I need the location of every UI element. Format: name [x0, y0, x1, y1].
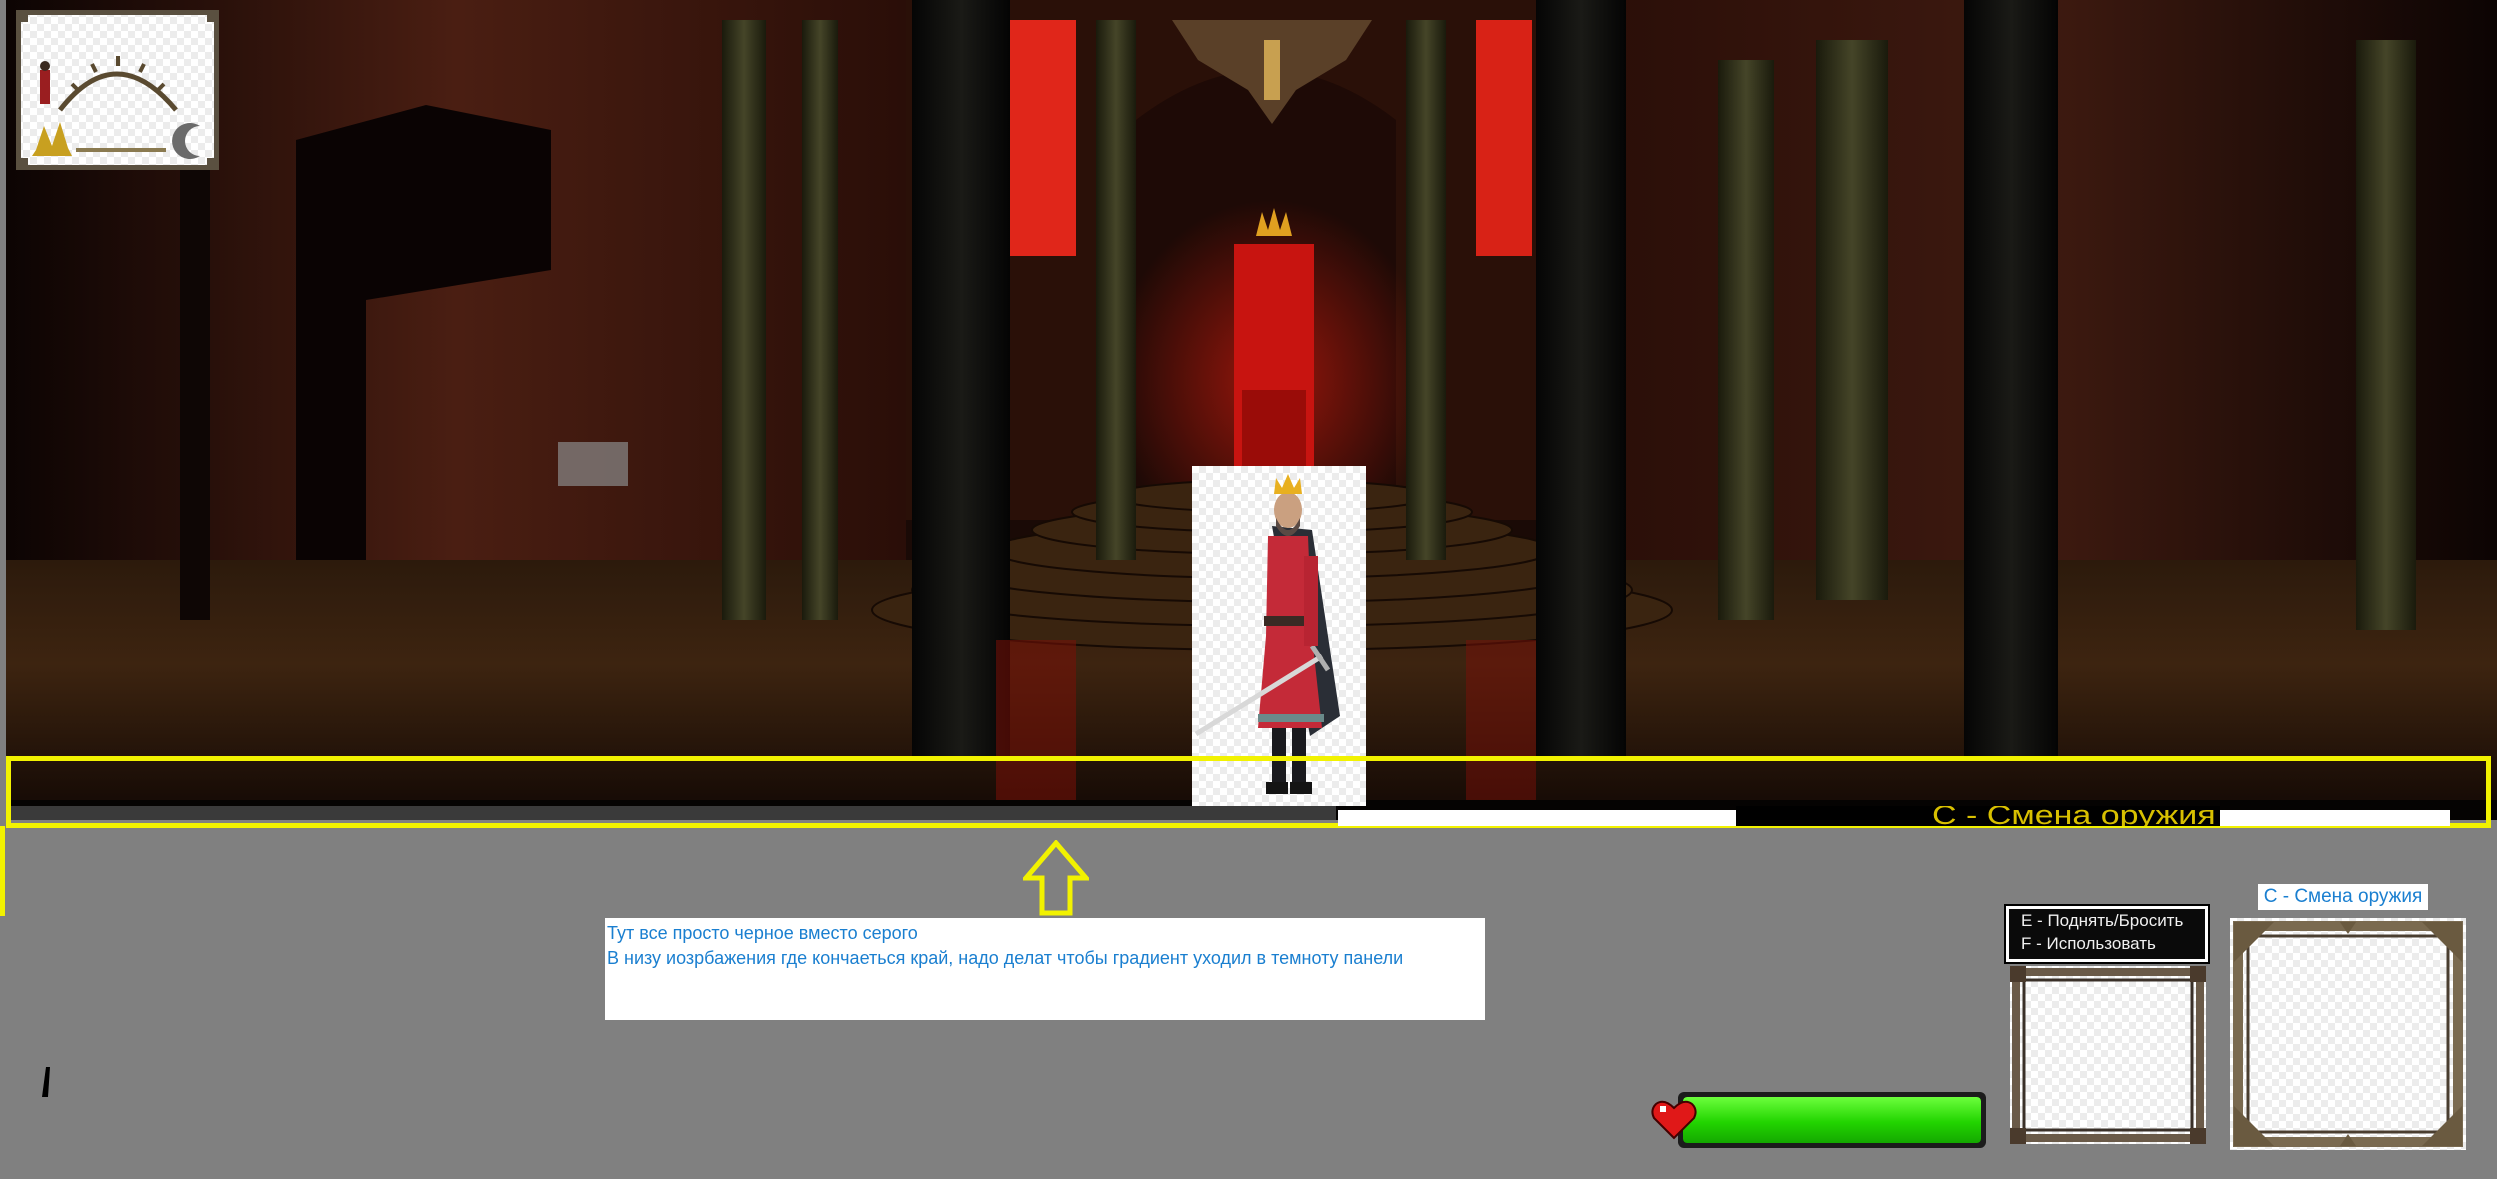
marker-glyph [42, 1067, 50, 1097]
king-sprite [1194, 474, 1340, 794]
controls-hint-box: E - Поднять/Бросить F - Использовать [2004, 904, 2210, 964]
heart-icon [1651, 1100, 1697, 1140]
hud-strip-segment [2220, 810, 2450, 826]
hud-strip-dark: C - Смена оружия [1736, 806, 2220, 826]
king-character [1192, 466, 1366, 806]
item-slot[interactable] [2010, 966, 2206, 1144]
weapon-slot-frame [2233, 921, 2463, 1147]
weapon-slot[interactable] [2230, 918, 2466, 1150]
day-night-gauge [15, 9, 220, 171]
hud-strip-segment [1338, 810, 1736, 826]
health-bar-frame [1678, 1092, 1986, 1148]
hud-highlight-edge [0, 826, 5, 916]
health-bar-track [1683, 1097, 1981, 1143]
use-hint: F - Использовать [2021, 934, 2156, 953]
sun-icon [32, 122, 72, 156]
pickup-drop-hint: E - Поднять/Бросить [2021, 911, 2184, 930]
health-bar [1650, 1086, 1990, 1152]
up-arrow-icon [1020, 839, 1092, 916]
weapon-switch-hint: C - Смена оружия [1932, 806, 2216, 826]
annotation-note: Тут все просто черное вместо серого В ни… [605, 918, 1485, 1020]
health-bar-fill [1683, 1097, 1981, 1143]
note-line-1: Тут все просто черное вместо серого [607, 923, 918, 943]
moon-icon [172, 123, 200, 160]
day-night-icon [15, 9, 220, 171]
figure-marker [40, 70, 50, 104]
item-slot-frame [2010, 966, 2206, 1144]
weapon-switch-label: C - Смена оружия [2258, 884, 2428, 910]
note-line-2: В низу иозрбажения где кончаеться край, … [607, 948, 1404, 968]
